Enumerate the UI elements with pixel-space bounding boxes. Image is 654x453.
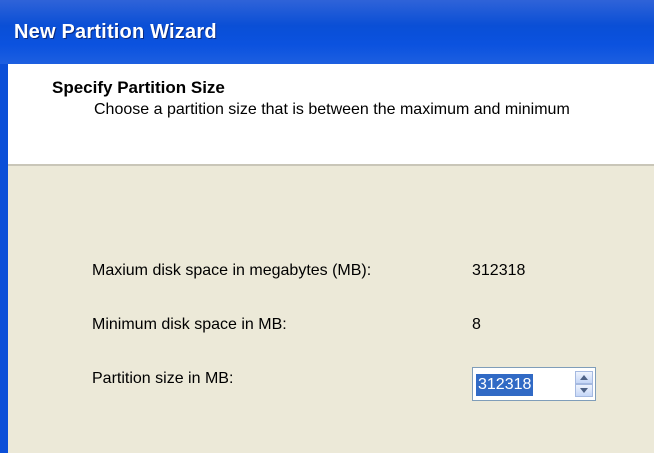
min-space-label: Minimum disk space in MB:: [92, 316, 287, 333]
chevron-down-icon: [580, 388, 588, 393]
page-heading: Specify Partition Size: [52, 78, 225, 97]
max-space-label: Maxium disk space in megabytes (MB):: [92, 262, 372, 279]
partition-size-spinner[interactable]: 312318: [472, 367, 596, 401]
window-title: New Partition Wizard: [14, 21, 217, 43]
wizard-window: New Partition Wizard Specify Partition S…: [0, 0, 654, 453]
min-space-value: 8: [472, 316, 481, 333]
page-subheading: Choose a partition size that is between …: [94, 101, 570, 118]
window-frame-left: [0, 64, 8, 453]
chevron-up-icon: [580, 375, 588, 380]
spin-buttons: [575, 371, 593, 397]
partition-size-input[interactable]: 312318: [476, 374, 534, 396]
max-space-value: 312318: [472, 262, 526, 279]
title-bar[interactable]: New Partition Wizard: [0, 0, 654, 64]
spin-up-button[interactable]: [575, 371, 593, 384]
wizard-header: Specify Partition Size Choose a partitio…: [8, 64, 654, 166]
partition-size-label: Partition size in MB:: [92, 370, 234, 387]
spin-down-button[interactable]: [575, 384, 593, 397]
wizard-body: Maxium disk space in megabytes (MB): 312…: [8, 166, 654, 453]
